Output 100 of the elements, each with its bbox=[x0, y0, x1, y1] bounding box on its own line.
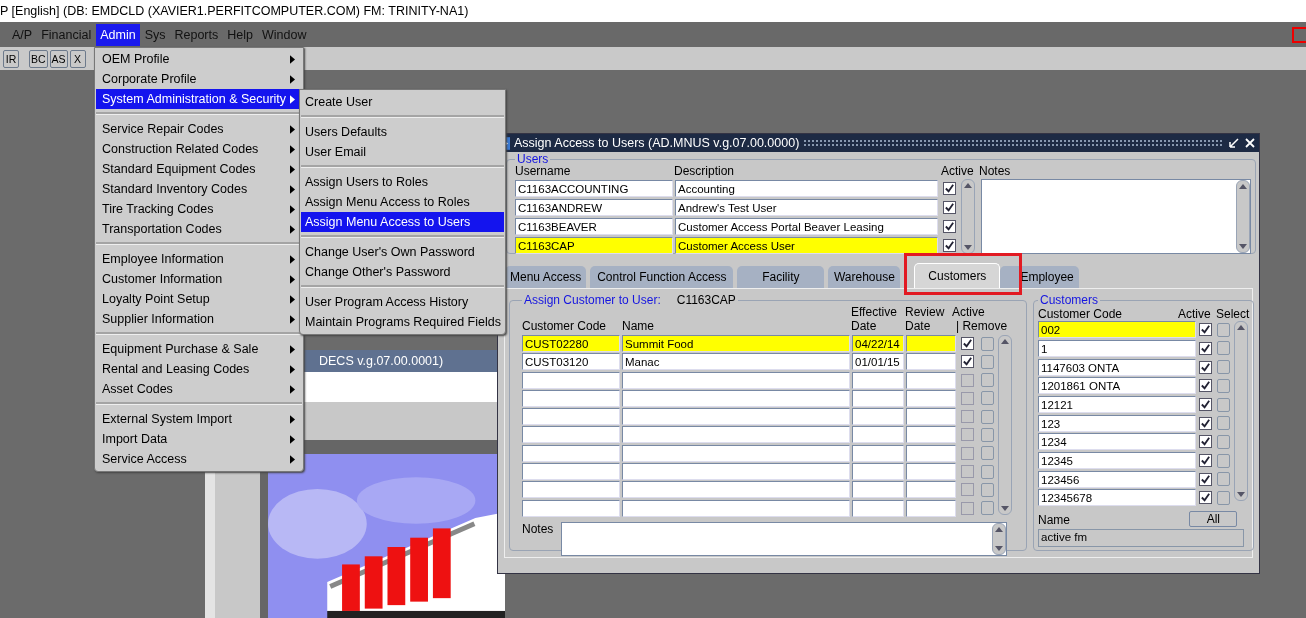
notes-field[interactable] bbox=[981, 179, 1251, 254]
menu-item[interactable]: Standard Inventory Codes bbox=[96, 179, 302, 199]
menu-item[interactable]: Service Repair Codes bbox=[96, 119, 302, 139]
active-checkbox[interactable] bbox=[1199, 454, 1212, 468]
remove-checkbox[interactable] bbox=[981, 428, 994, 442]
name-field[interactable] bbox=[622, 426, 850, 444]
active-checkbox[interactable] bbox=[961, 355, 974, 369]
menu-item[interactable]: Employee Information bbox=[96, 249, 302, 269]
customer-code-field[interactable]: 123456 bbox=[1038, 470, 1196, 488]
customer-code-field[interactable]: 1147603 ONTA bbox=[1038, 358, 1196, 376]
description-field[interactable]: Customer Access Portal Beaver Leasing bbox=[675, 217, 938, 235]
select-checkbox[interactable] bbox=[1217, 360, 1230, 375]
menu-item[interactable]: Transportation Codes bbox=[96, 219, 302, 239]
customer-code-field[interactable]: CUST03120 bbox=[522, 353, 620, 371]
customer-code-field[interactable] bbox=[522, 463, 620, 481]
name-field[interactable]: Manac bbox=[622, 353, 850, 371]
select-checkbox[interactable] bbox=[1217, 397, 1230, 412]
active-checkbox[interactable] bbox=[961, 483, 974, 497]
effective-date-field[interactable] bbox=[852, 426, 904, 444]
effective-date-field[interactable] bbox=[852, 371, 904, 389]
name-field[interactable] bbox=[622, 499, 850, 517]
customer-code-field[interactable]: 12121 bbox=[1038, 396, 1196, 413]
remove-checkbox[interactable] bbox=[981, 501, 994, 516]
customer-code-field[interactable]: 12345 bbox=[1038, 452, 1196, 470]
active-checkbox[interactable] bbox=[1199, 435, 1212, 449]
effective-date-field[interactable]: 04/22/14 bbox=[852, 335, 904, 352]
name-field[interactable] bbox=[622, 481, 850, 499]
select-checkbox[interactable] bbox=[1217, 453, 1230, 468]
description-field[interactable]: Accounting bbox=[675, 179, 938, 197]
name-field[interactable]: active fm bbox=[1038, 528, 1244, 547]
review-date-field[interactable] bbox=[906, 335, 956, 352]
remove-checkbox[interactable] bbox=[981, 391, 994, 406]
customer-code-field[interactable]: 123 bbox=[1038, 414, 1196, 432]
menu-item[interactable]: Supplier Information bbox=[96, 309, 302, 329]
customer-code-field[interactable]: 002 bbox=[1038, 321, 1196, 339]
active-checkbox[interactable] bbox=[961, 410, 974, 424]
customer-code-field[interactable]: 12345678 bbox=[1038, 489, 1196, 507]
menu-item[interactable]: Customer Information bbox=[96, 269, 302, 289]
active-checkbox[interactable] bbox=[1199, 341, 1212, 355]
review-date-field[interactable] bbox=[906, 444, 956, 462]
scrollbar[interactable] bbox=[998, 335, 1012, 515]
scrollbar[interactable] bbox=[992, 522, 1007, 555]
menu-item[interactable]: Assign Menu Access to Roles bbox=[301, 192, 504, 212]
review-date-field[interactable] bbox=[906, 426, 956, 444]
active-checkbox[interactable] bbox=[1199, 416, 1212, 430]
minimize-icon[interactable] bbox=[1228, 137, 1240, 149]
menu-item[interactable]: Change Other's Password bbox=[301, 262, 504, 282]
active-checkbox[interactable] bbox=[943, 200, 956, 214]
menu-item[interactable]: Standard Equipment Codes bbox=[96, 159, 302, 179]
customer-code-field[interactable] bbox=[522, 371, 620, 389]
menu-item[interactable]: Loyalty Point Setup bbox=[96, 289, 302, 309]
effective-date-field[interactable] bbox=[852, 463, 904, 481]
active-checkbox[interactable] bbox=[961, 391, 974, 405]
close-icon[interactable] bbox=[1244, 137, 1256, 149]
description-field[interactable]: Andrew's Test User bbox=[675, 198, 938, 216]
username-field[interactable]: C1163BEAVER bbox=[515, 217, 673, 235]
active-checkbox[interactable] bbox=[943, 181, 956, 195]
review-date-field[interactable] bbox=[906, 463, 956, 481]
customer-code-field[interactable] bbox=[522, 499, 620, 517]
notes-field[interactable] bbox=[561, 521, 1008, 556]
menu-item[interactable]: Assign Menu Access to Users bbox=[301, 212, 504, 232]
menu-item[interactable]: External System Import bbox=[96, 409, 302, 429]
customer-code-field[interactable] bbox=[522, 426, 620, 444]
active-checkbox[interactable] bbox=[961, 465, 974, 479]
scrollbar[interactable] bbox=[961, 179, 975, 254]
menu-item[interactable]: Asset Codes bbox=[96, 379, 302, 399]
customer-code-field[interactable] bbox=[522, 389, 620, 407]
remove-checkbox[interactable] bbox=[981, 409, 994, 424]
remove-checkbox[interactable] bbox=[981, 482, 994, 497]
all-button[interactable]: All bbox=[1189, 510, 1238, 527]
active-checkbox[interactable] bbox=[961, 501, 974, 515]
remove-checkbox[interactable] bbox=[981, 464, 994, 479]
select-checkbox[interactable] bbox=[1217, 416, 1230, 431]
customer-code-field[interactable] bbox=[522, 444, 620, 462]
active-checkbox[interactable] bbox=[943, 238, 956, 252]
toolbar-button[interactable]: AS bbox=[49, 49, 68, 68]
menu-item[interactable]: Corporate Profile bbox=[96, 69, 302, 89]
select-checkbox[interactable] bbox=[1217, 490, 1230, 505]
review-date-field[interactable] bbox=[906, 389, 956, 407]
tab[interactable]: Customers bbox=[914, 263, 1001, 288]
customer-code-field[interactable]: 1234 bbox=[1038, 433, 1196, 451]
customer-code-field[interactable] bbox=[522, 481, 620, 499]
active-checkbox[interactable] bbox=[1199, 360, 1212, 374]
menu-item[interactable]: Equipment Purchase & Sale bbox=[96, 339, 302, 359]
username-field[interactable]: C1163ANDREW bbox=[515, 198, 673, 216]
select-checkbox[interactable] bbox=[1217, 434, 1230, 449]
menu-item[interactable]: Tire Tracking Codes bbox=[96, 199, 302, 219]
effective-date-field[interactable] bbox=[852, 499, 904, 517]
active-checkbox[interactable] bbox=[1199, 472, 1212, 486]
remove-checkbox[interactable] bbox=[981, 373, 994, 388]
review-date-field[interactable] bbox=[906, 408, 956, 426]
remove-checkbox[interactable] bbox=[981, 354, 994, 369]
menu-item[interactable]: Service Access bbox=[96, 449, 302, 469]
toolbar-button[interactable]: BC bbox=[29, 49, 48, 68]
description-field[interactable]: Customer Access User bbox=[675, 236, 938, 254]
customer-code-field[interactable] bbox=[522, 408, 620, 426]
scrollbar[interactable] bbox=[1236, 180, 1250, 253]
tab[interactable]: Menu Access bbox=[505, 266, 587, 288]
name-field[interactable] bbox=[622, 371, 850, 389]
active-checkbox[interactable] bbox=[961, 373, 974, 387]
